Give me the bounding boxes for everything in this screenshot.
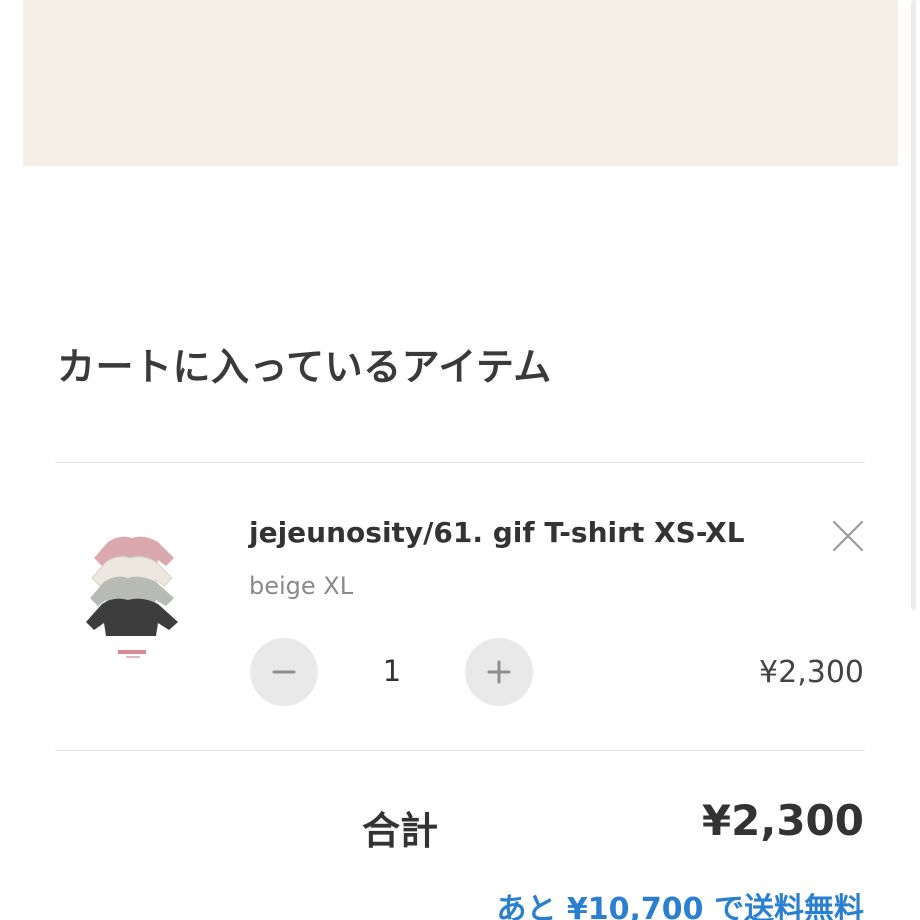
divider [55, 462, 865, 463]
product-thumbnail[interactable] [70, 510, 210, 670]
cart-title: カートに入っているアイテム [57, 345, 552, 389]
total-price: ¥2,300 [701, 796, 864, 845]
plus-icon [487, 660, 511, 684]
remove-item-button[interactable] [826, 514, 870, 558]
scrollbar[interactable] [911, 0, 916, 610]
minus-icon [272, 670, 296, 674]
top-banner [23, 0, 898, 166]
decrease-quantity-button[interactable] [250, 638, 318, 706]
total-label: 合計 [362, 809, 439, 853]
free-shipping-note: あと ¥10,700 で送料無料 [496, 892, 864, 920]
cart-page: カートに入っているアイテム jejeunosity/61. gif T-shir… [0, 0, 920, 920]
close-icon [832, 520, 864, 552]
divider [55, 750, 865, 751]
quantity-value: 1 [382, 654, 402, 688]
product-image [70, 510, 210, 670]
item-price: ¥2,300 [759, 655, 864, 690]
item-name[interactable]: jejeunosity/61. gif T-shirt XS-XL [249, 516, 745, 549]
item-variant: beige XL [249, 572, 354, 600]
increase-quantity-button[interactable] [465, 638, 533, 706]
